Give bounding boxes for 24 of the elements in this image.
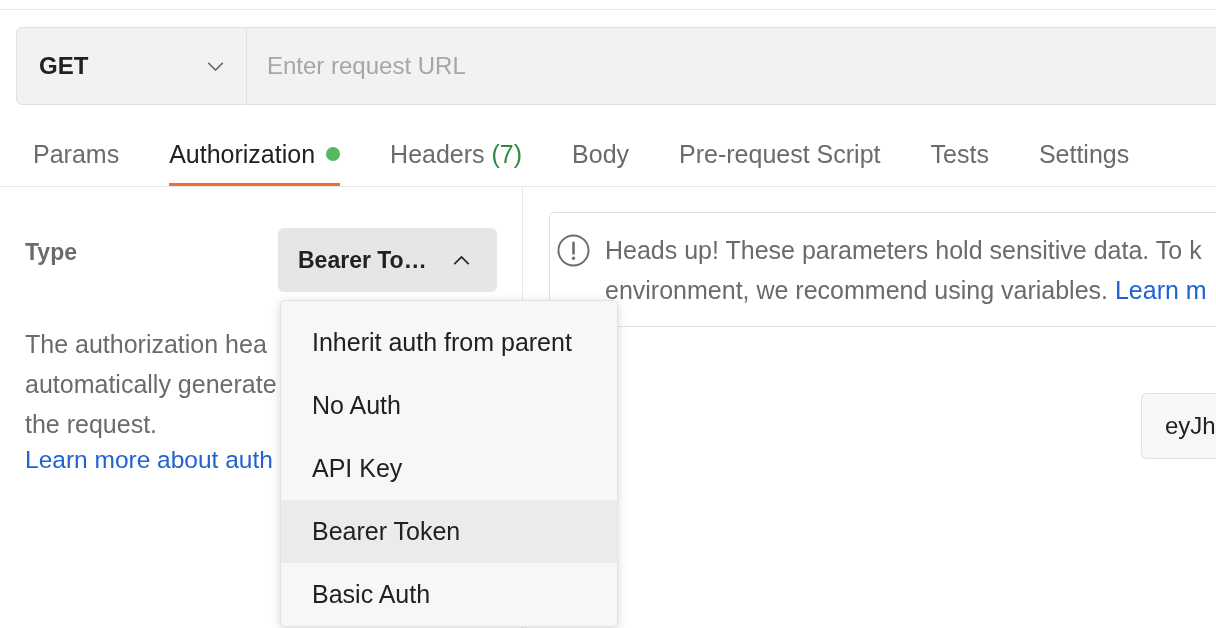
token-input[interactable]: eyJh (1141, 393, 1216, 459)
tab[interactable]: Params (33, 128, 120, 186)
tab[interactable]: Body (572, 128, 630, 186)
menu-item[interactable]: Inherit auth from parent (281, 311, 617, 374)
menu-item[interactable]: No Auth (281, 374, 617, 437)
tab[interactable]: Pre-request Script (679, 128, 881, 186)
auth-description: The authorization hea automatically generate the request. (25, 329, 277, 440)
menu-item[interactable]: API Key (281, 437, 617, 500)
chevron-up-icon (453, 255, 470, 265)
url-input[interactable]: Enter request URL (247, 27, 1216, 105)
method-dropdown[interactable]: GET (16, 27, 247, 105)
menu-item[interactable]: Basic Auth (281, 563, 617, 626)
auth-type-dropdown[interactable]: Bearer To… (278, 228, 497, 292)
tab[interactable]: Tests (930, 128, 989, 186)
chevron-down-icon (207, 61, 224, 71)
learn-more-link[interactable]: Learn more about auth (25, 444, 273, 476)
notice-text: Heads up! These parameters hold sensitive data. To k environment, we recommend using variables. Learn m (605, 235, 1207, 306)
type-label: Type (25, 238, 77, 266)
menu-item[interactable]: Bearer Token (281, 500, 617, 563)
tab[interactable]: Settings (1038, 128, 1130, 186)
tab[interactable]: Headers (7) (390, 128, 523, 186)
tab[interactable]: Authorization (169, 128, 341, 186)
info-icon (557, 234, 590, 267)
learn-more-link[interactable]: Learn m (1114, 276, 1207, 304)
